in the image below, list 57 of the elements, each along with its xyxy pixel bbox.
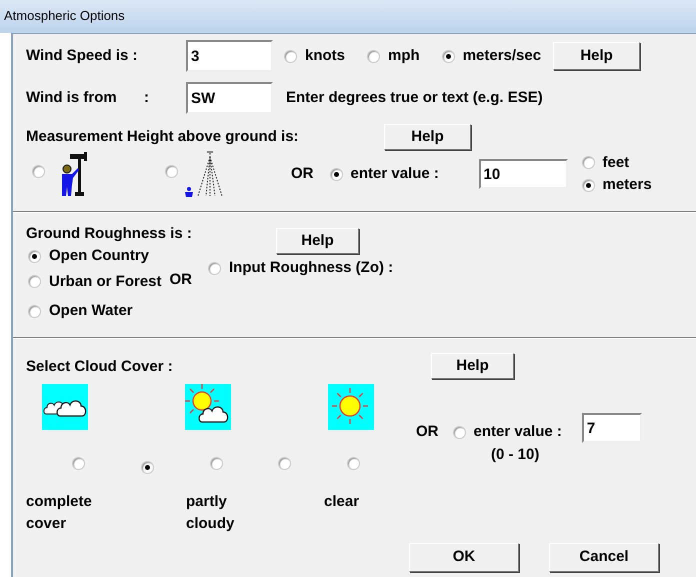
label-text: meters/sec [462,46,542,66]
label-text: Open Water [49,301,133,321]
radio-button[interactable] [452,426,466,439]
label-text: Ground Roughness is : [26,224,193,244]
label-text: (0 - 10) [491,444,540,464]
help-button[interactable]: Help [553,42,640,70]
label-text: Input Roughness (Zo) : [229,258,394,278]
label-text: Measurement Height above ground is: [26,126,300,147]
label-text: Select Cloud Cover : [26,357,174,377]
radio-button[interactable] [367,50,380,62]
label-text: partly cloudy [186,492,236,534]
radio-button[interactable] [278,456,292,470]
label-text: feet [602,152,630,172]
radio-button[interactable] [442,50,455,62]
label-text: mph [388,46,420,66]
ok-button[interactable]: OK [409,543,519,572]
radio-button[interactable] [330,168,342,180]
input-field[interactable]: 3 [186,40,273,72]
help-button[interactable]: Help [431,353,514,379]
radio-button[interactable] [28,304,41,318]
radio-button[interactable] [28,275,41,288]
sun-behind-cloud-icon [185,384,231,430]
help-button[interactable]: Help [276,228,359,254]
help-button[interactable]: Help [384,124,471,150]
label-text: Open Country [49,246,149,266]
label-text: meters [602,175,652,195]
radio-button[interactable] [582,156,594,170]
radio-button[interactable] [72,456,85,470]
sun-icon [328,384,374,430]
label-text: enter value : [350,164,440,184]
window-title: Atmospheric Options [4,7,125,25]
radio-button[interactable] [284,50,297,62]
input-field[interactable]: SW [186,82,273,114]
input-field[interactable]: 10 [478,159,568,189]
label-text: OR [170,270,192,290]
label-text: complete cover [26,492,93,534]
overcast-clouds-icon [42,384,88,430]
label-text: clear [324,492,360,512]
radio-button[interactable] [208,262,222,275]
radio-button[interactable] [140,460,154,474]
radio-button[interactable] [165,165,178,178]
label-text: knots [305,46,346,66]
cancel-button[interactable]: Cancel [549,543,659,572]
label-text: Wind is from [26,88,118,108]
hint-text: Enter degrees true or text (e.g. ESE) [286,88,543,108]
input-field[interactable]: 7 [582,413,642,443]
label-text: Urban or Forest [49,272,162,292]
label-text: enter value : [474,422,562,442]
label-text: OR [416,422,438,442]
radio-button[interactable] [32,165,45,178]
radio-button[interactable] [28,250,41,263]
label-text: : [144,88,150,108]
label-text: Wind Speed is : [26,46,139,66]
label-text: OR [291,164,314,184]
radio-button[interactable] [582,178,594,192]
radio-button[interactable] [347,456,360,470]
radio-button[interactable] [210,456,223,470]
